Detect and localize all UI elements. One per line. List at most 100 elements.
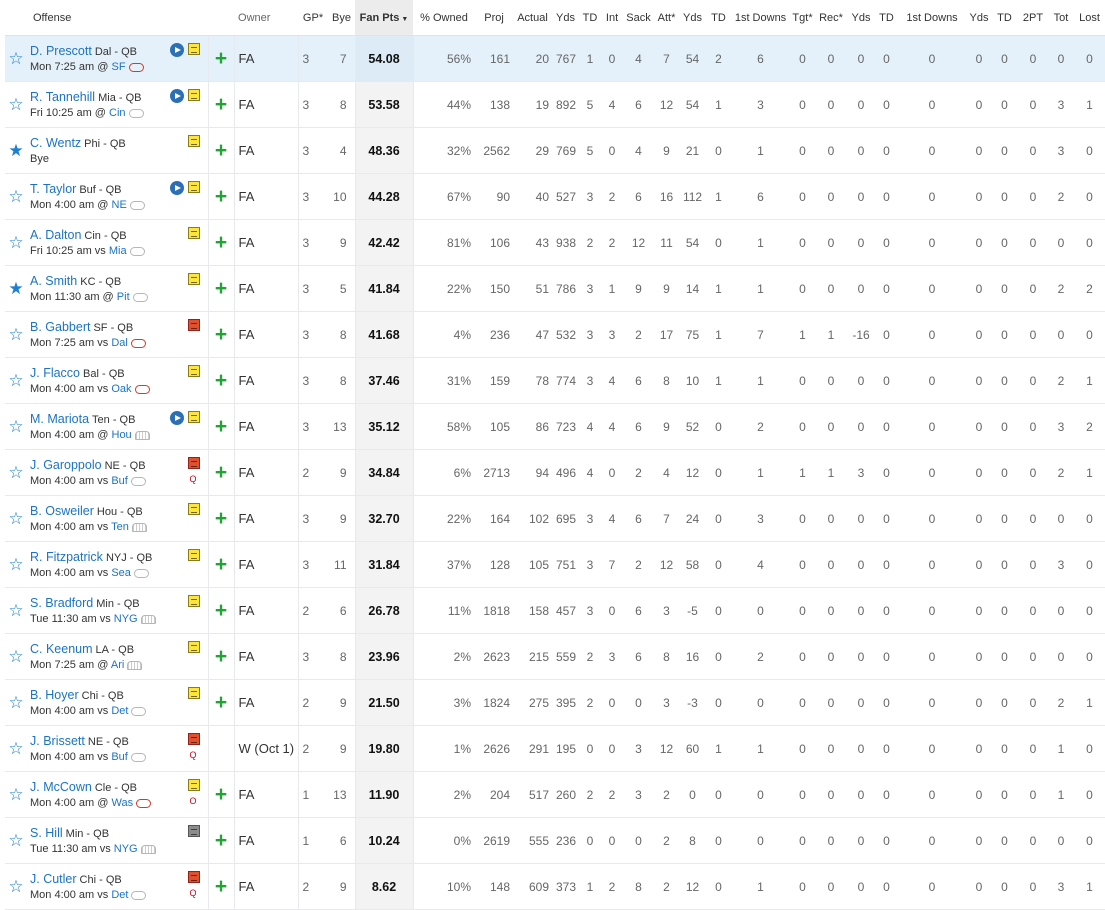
- star-outline-icon[interactable]: ☆: [8, 187, 24, 207]
- opponent-link[interactable]: Ari: [111, 659, 124, 671]
- player-note-icon[interactable]: [187, 89, 200, 101]
- add-player-icon[interactable]: +: [215, 875, 227, 898]
- play-video-icon[interactable]: [169, 181, 184, 195]
- player-name-link[interactable]: D. Prescott: [30, 44, 92, 58]
- star-filled-icon[interactable]: ★: [8, 279, 24, 299]
- player-note-icon[interactable]: [187, 503, 200, 515]
- player-name-link[interactable]: R. Fitzpatrick: [30, 550, 103, 564]
- player-note-icon[interactable]: [187, 733, 200, 745]
- col-pass-yds-header[interactable]: Yds: [552, 0, 580, 36]
- star-outline-icon[interactable]: ☆: [8, 371, 24, 391]
- player-name-link[interactable]: C. Keenum: [30, 642, 93, 656]
- player-name-link[interactable]: J. McCown: [30, 780, 92, 794]
- opponent-link[interactable]: Buf: [111, 751, 128, 763]
- player-note-icon[interactable]: [187, 319, 200, 331]
- add-player-icon[interactable]: +: [215, 461, 227, 484]
- add-player-icon[interactable]: +: [215, 783, 227, 806]
- add-player-icon[interactable]: +: [215, 369, 227, 392]
- add-player-icon[interactable]: +: [215, 47, 227, 70]
- player-name-link[interactable]: T. Taylor: [30, 182, 76, 196]
- star-outline-icon[interactable]: ☆: [8, 49, 24, 69]
- play-video-icon[interactable]: [169, 89, 184, 103]
- col-rec-1st-downs-header[interactable]: 1st Downs: [898, 0, 967, 36]
- col-fum-lost-header[interactable]: Lost: [1073, 0, 1105, 36]
- player-name-link[interactable]: A. Smith: [30, 274, 77, 288]
- player-note-icon[interactable]: [187, 43, 200, 55]
- opponent-link[interactable]: Det: [111, 705, 128, 717]
- col-rec-td-header[interactable]: TD: [875, 0, 899, 36]
- opponent-link[interactable]: Oak: [111, 383, 131, 395]
- play-video-icon[interactable]: [169, 43, 184, 57]
- player-note-icon[interactable]: [187, 687, 200, 699]
- player-note-icon[interactable]: [187, 135, 200, 147]
- add-player-icon[interactable]: +: [215, 139, 227, 162]
- col-rush-yds-header[interactable]: Yds: [679, 0, 707, 36]
- player-note-icon[interactable]: [187, 227, 200, 239]
- player-name-link[interactable]: A. Dalton: [30, 228, 81, 242]
- player-name-link[interactable]: S. Hill: [30, 826, 63, 840]
- col-ret-yds-header[interactable]: Yds: [966, 0, 993, 36]
- col-pct-owned-header[interactable]: % Owned: [413, 0, 476, 36]
- col-pass-td-header[interactable]: TD: [579, 0, 602, 36]
- add-player-icon[interactable]: +: [215, 277, 227, 300]
- star-outline-icon[interactable]: ☆: [8, 555, 24, 575]
- add-player-icon[interactable]: +: [215, 599, 227, 622]
- col-fum-tot-header[interactable]: Tot: [1049, 0, 1074, 36]
- col-offense-header[interactable]: Offense: [5, 0, 235, 36]
- player-name-link[interactable]: B. Gabbert: [30, 320, 90, 334]
- star-outline-icon[interactable]: ☆: [8, 647, 24, 667]
- star-outline-icon[interactable]: ☆: [8, 785, 24, 805]
- star-outline-icon[interactable]: ☆: [8, 95, 24, 115]
- opponent-link[interactable]: Sea: [111, 567, 131, 579]
- add-player-icon[interactable]: +: [215, 231, 227, 254]
- add-player-icon[interactable]: +: [215, 93, 227, 116]
- player-note-icon[interactable]: [187, 549, 200, 561]
- opponent-link[interactable]: Cin: [109, 107, 126, 119]
- col-proj-header[interactable]: Proj: [475, 0, 514, 36]
- opponent-link[interactable]: Det: [111, 889, 128, 901]
- player-note-icon[interactable]: [187, 595, 200, 607]
- star-outline-icon[interactable]: ☆: [8, 693, 24, 713]
- col-actual-header[interactable]: Actual: [513, 0, 553, 36]
- col-rec-yds-header[interactable]: Yds: [847, 0, 876, 36]
- star-outline-icon[interactable]: ☆: [8, 739, 24, 759]
- star-outline-icon[interactable]: ☆: [8, 233, 24, 253]
- star-filled-icon[interactable]: ★: [8, 141, 24, 161]
- player-note-icon[interactable]: [187, 871, 200, 883]
- player-name-link[interactable]: J. Flacco: [30, 366, 80, 380]
- add-player-icon[interactable]: +: [215, 415, 227, 438]
- player-name-link[interactable]: M. Mariota: [30, 412, 89, 426]
- player-name-link[interactable]: J. Cutler: [30, 872, 77, 886]
- player-name-link[interactable]: B. Hoyer: [30, 688, 79, 702]
- col-owner-header[interactable]: Owner: [234, 0, 299, 36]
- star-outline-icon[interactable]: ☆: [8, 417, 24, 437]
- opponent-link[interactable]: Was: [112, 797, 134, 809]
- add-player-icon[interactable]: +: [215, 185, 227, 208]
- star-outline-icon[interactable]: ☆: [8, 325, 24, 345]
- col-rush-att-header[interactable]: Att*: [654, 0, 680, 36]
- add-player-icon[interactable]: +: [215, 507, 227, 530]
- col-rush-td-header[interactable]: TD: [706, 0, 732, 36]
- col-2pt-header[interactable]: 2PT: [1017, 0, 1050, 36]
- opponent-link[interactable]: Buf: [111, 475, 128, 487]
- add-player-icon[interactable]: +: [215, 691, 227, 714]
- opponent-link[interactable]: Dal: [111, 337, 128, 349]
- star-outline-icon[interactable]: ☆: [8, 831, 24, 851]
- col-fan-pts-header[interactable]: Fan Pts ▼: [355, 0, 414, 36]
- opponent-link[interactable]: Hou: [112, 429, 132, 441]
- opponent-link[interactable]: Mia: [109, 245, 127, 257]
- opponent-link[interactable]: NE: [112, 199, 127, 211]
- opponent-link[interactable]: NYG: [114, 843, 138, 855]
- opponent-link[interactable]: Ten: [111, 521, 129, 533]
- player-note-icon[interactable]: [187, 273, 200, 285]
- add-player-icon[interactable]: +: [215, 323, 227, 346]
- player-name-link[interactable]: B. Osweiler: [30, 504, 94, 518]
- play-video-icon[interactable]: [169, 411, 184, 425]
- opponent-link[interactable]: SF: [112, 61, 126, 73]
- player-note-icon[interactable]: [187, 779, 200, 791]
- player-name-link[interactable]: S. Bradford: [30, 596, 93, 610]
- opponent-link[interactable]: NYG: [114, 613, 138, 625]
- opponent-link[interactable]: Pit: [117, 291, 130, 303]
- player-note-icon[interactable]: [187, 825, 200, 837]
- player-note-icon[interactable]: [187, 411, 200, 423]
